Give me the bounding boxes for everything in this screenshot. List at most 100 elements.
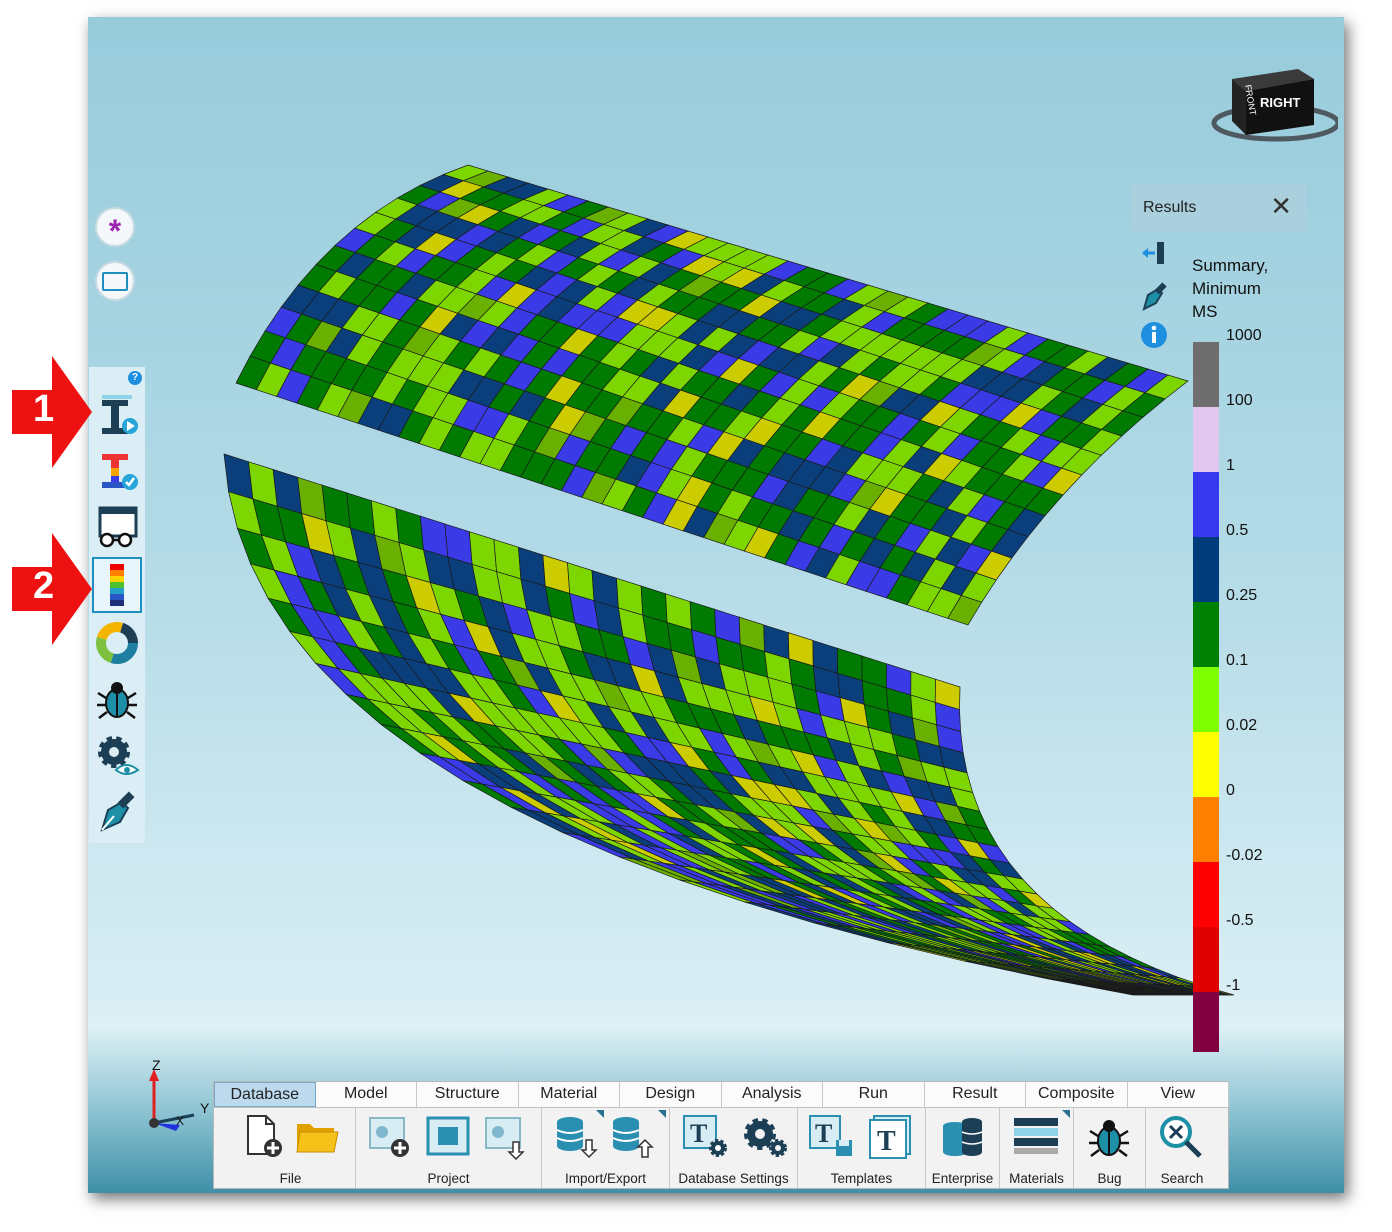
group-label-enterprise: Enterprise: [931, 1171, 994, 1186]
enterprise-database-icon[interactable]: [938, 1114, 988, 1160]
bug-button[interactable]: [92, 673, 142, 725]
tab-material[interactable]: Material: [519, 1082, 620, 1107]
dropdown-corner-icon: [1062, 1110, 1070, 1118]
tab-analysis[interactable]: Analysis: [722, 1082, 823, 1107]
new-project-icon[interactable]: [366, 1114, 414, 1160]
legend-level-label: -0.5: [1226, 912, 1254, 929]
svg-text:T: T: [815, 1119, 832, 1148]
results-panel-title: Results: [1143, 199, 1197, 216]
materials-layers-icon[interactable]: [1012, 1114, 1062, 1160]
help-icon[interactable]: ?: [128, 371, 142, 385]
gear-icon[interactable]: [740, 1114, 788, 1160]
legend-swatch: [1193, 602, 1219, 667]
tab-database[interactable]: Database: [214, 1082, 316, 1107]
tab-model[interactable]: Model: [316, 1082, 417, 1107]
legend-swatch: [1193, 992, 1219, 1052]
legend-level-label: 0.25: [1226, 587, 1258, 604]
pen-icon[interactable]: [1140, 281, 1170, 311]
screen-glasses-button[interactable]: [92, 501, 142, 553]
save-template-icon[interactable]: T: [808, 1114, 858, 1160]
close-icon[interactable]: ✕: [1270, 193, 1292, 219]
info-icon[interactable]: [1140, 321, 1168, 349]
ribbon-group-templates: T T Templates: [798, 1108, 926, 1188]
screen-glasses-icon: [98, 506, 138, 548]
bug-icon[interactable]: [1086, 1114, 1132, 1160]
dropdown-corner-icon: [596, 1110, 604, 1118]
frame-view-button[interactable]: [95, 261, 135, 301]
ribbon-tabs: Database Model Structure Material Design…: [214, 1082, 1229, 1108]
new-file-icon[interactable]: [240, 1114, 286, 1160]
axis-x-label: X: [176, 1114, 185, 1128]
axis-z-label: Z: [152, 1057, 161, 1073]
section-play-button[interactable]: [92, 389, 142, 441]
bug-icon: [97, 682, 137, 719]
export-project-icon[interactable]: [482, 1114, 530, 1160]
vertical-toolbar: ?: [89, 367, 145, 843]
legend-title-line-3: MS: [1192, 302, 1218, 321]
legend-swatch: [1193, 342, 1219, 407]
donut-chart-icon: [96, 622, 138, 664]
navcube-right-label[interactable]: RIGHT: [1260, 95, 1300, 110]
svg-text:T: T: [690, 1119, 707, 1148]
legend-swatch: [1193, 667, 1219, 732]
legend-level-label: -1: [1226, 977, 1241, 994]
svg-text:T: T: [877, 1126, 896, 1157]
database-import-icon[interactable]: [552, 1114, 602, 1160]
group-label-templates: Templates: [830, 1171, 893, 1186]
pen-nib-icon: [100, 791, 135, 832]
group-label-search: Search: [1160, 1171, 1204, 1186]
mesh-element[interactable]: [223, 453, 254, 500]
tab-design[interactable]: Design: [620, 1082, 722, 1107]
color-legend-button[interactable]: [92, 557, 142, 613]
color-legend-icon: [110, 564, 124, 606]
group-label-file: File: [279, 1171, 302, 1186]
legend-level-label: 1: [1226, 457, 1235, 474]
legend-level-label: 0.1: [1226, 652, 1249, 669]
tab-result[interactable]: Result: [925, 1082, 1026, 1107]
dropdown-corner-icon: [658, 1110, 666, 1118]
legend-level-label: 0: [1226, 782, 1235, 799]
navcube-graphic: [1211, 69, 1341, 142]
group-label-materials: Materials: [1009, 1171, 1064, 1186]
template-settings-icon[interactable]: T: [682, 1114, 730, 1160]
asterisk-button[interactable]: *: [95, 207, 135, 247]
legend-level-label: 0.5: [1226, 522, 1249, 539]
open-folder-icon[interactable]: [294, 1114, 340, 1160]
3d-viewport[interactable]: [88, 17, 1344, 1067]
tab-view[interactable]: View: [1128, 1082, 1229, 1107]
collapse-panel-icon[interactable]: [1140, 241, 1168, 265]
group-label-import-export: Import/Export: [564, 1171, 647, 1186]
callout-number-2: 2: [33, 565, 55, 607]
open-project-icon[interactable]: [424, 1114, 472, 1160]
group-label-database-settings: Database Settings: [678, 1171, 789, 1186]
group-label-bug: Bug: [1097, 1171, 1122, 1186]
pen-nib-button[interactable]: [92, 785, 142, 837]
gear-eye-button[interactable]: [92, 729, 142, 781]
results-panel-header: Results ✕: [1131, 184, 1306, 231]
navigation-cube[interactable]: FRONT RIGHT: [1188, 65, 1341, 155]
donut-chart-button[interactable]: [92, 617, 142, 669]
axis-y-label: Y: [200, 1100, 210, 1116]
ribbon-group-project: Project: [356, 1108, 542, 1188]
search-icon[interactable]: [1158, 1114, 1204, 1160]
ribbon-group-materials: Materials: [1000, 1108, 1074, 1188]
legend-swatch: [1193, 407, 1219, 472]
ribbon-group-search: Search: [1146, 1108, 1218, 1188]
tab-composite[interactable]: Composite: [1026, 1082, 1128, 1107]
tab-run[interactable]: Run: [823, 1082, 925, 1107]
section-check-button[interactable]: [92, 445, 142, 497]
ribbon-group-file: File: [226, 1108, 356, 1188]
legend-level-label: 1000: [1226, 327, 1262, 344]
legend-swatch: [1193, 732, 1219, 797]
tab-structure[interactable]: Structure: [417, 1082, 519, 1107]
section-play-icon: [102, 395, 138, 434]
legend-title-line-2: Minimum: [1192, 279, 1261, 298]
rectangle-icon: [102, 271, 128, 291]
legend-swatch: [1193, 472, 1219, 537]
template-icon[interactable]: T: [866, 1114, 916, 1160]
section-check-icon: [102, 454, 138, 490]
database-export-icon[interactable]: [608, 1114, 658, 1160]
legend-swatch: [1193, 537, 1219, 602]
asterisk-icon: *: [108, 213, 122, 249]
ribbon-group-enterprise: Enterprise: [926, 1108, 1000, 1188]
